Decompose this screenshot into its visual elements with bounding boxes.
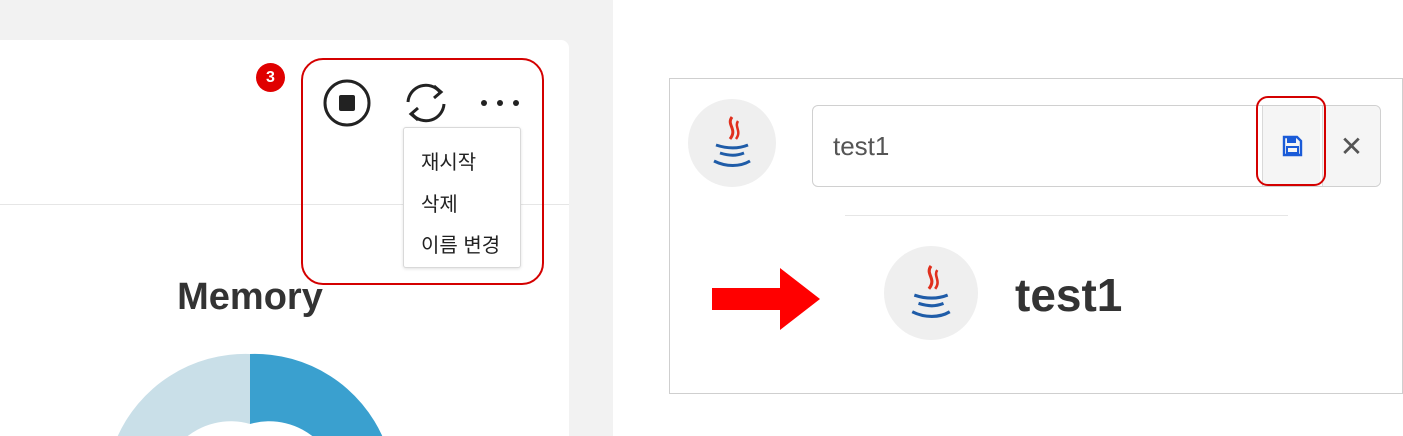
donut-used-segment <box>250 353 383 436</box>
right-arrow-icon <box>712 268 820 330</box>
memory-title: Memory <box>177 276 323 318</box>
donut-free-segment <box>117 353 250 436</box>
highlight-box <box>1256 96 1326 186</box>
menu-item-restart[interactable]: 재시작 <box>421 146 476 175</box>
more-button[interactable] <box>478 90 522 116</box>
avatar <box>688 99 776 187</box>
more-horizontal-icon <box>481 100 519 106</box>
restart-button[interactable] <box>398 78 454 128</box>
avatar <box>884 246 978 340</box>
java-icon <box>911 264 951 318</box>
memory-donut-chart <box>108 352 392 436</box>
application-name: test1 <box>1015 269 1123 321</box>
menu-item-delete[interactable]: 삭제 <box>421 188 458 217</box>
stop-button[interactable] <box>322 78 372 128</box>
stop-circle-icon <box>323 79 371 127</box>
step-badge: 3 <box>256 63 285 92</box>
java-icon <box>713 116 751 167</box>
refresh-icon <box>406 83 446 123</box>
panel-divider <box>845 215 1288 216</box>
context-menu: 재시작 삭제 이름 변경 <box>403 127 521 268</box>
close-button[interactable]: ✕ <box>1322 106 1380 186</box>
menu-item-rename[interactable]: 이름 변경 <box>421 229 500 258</box>
